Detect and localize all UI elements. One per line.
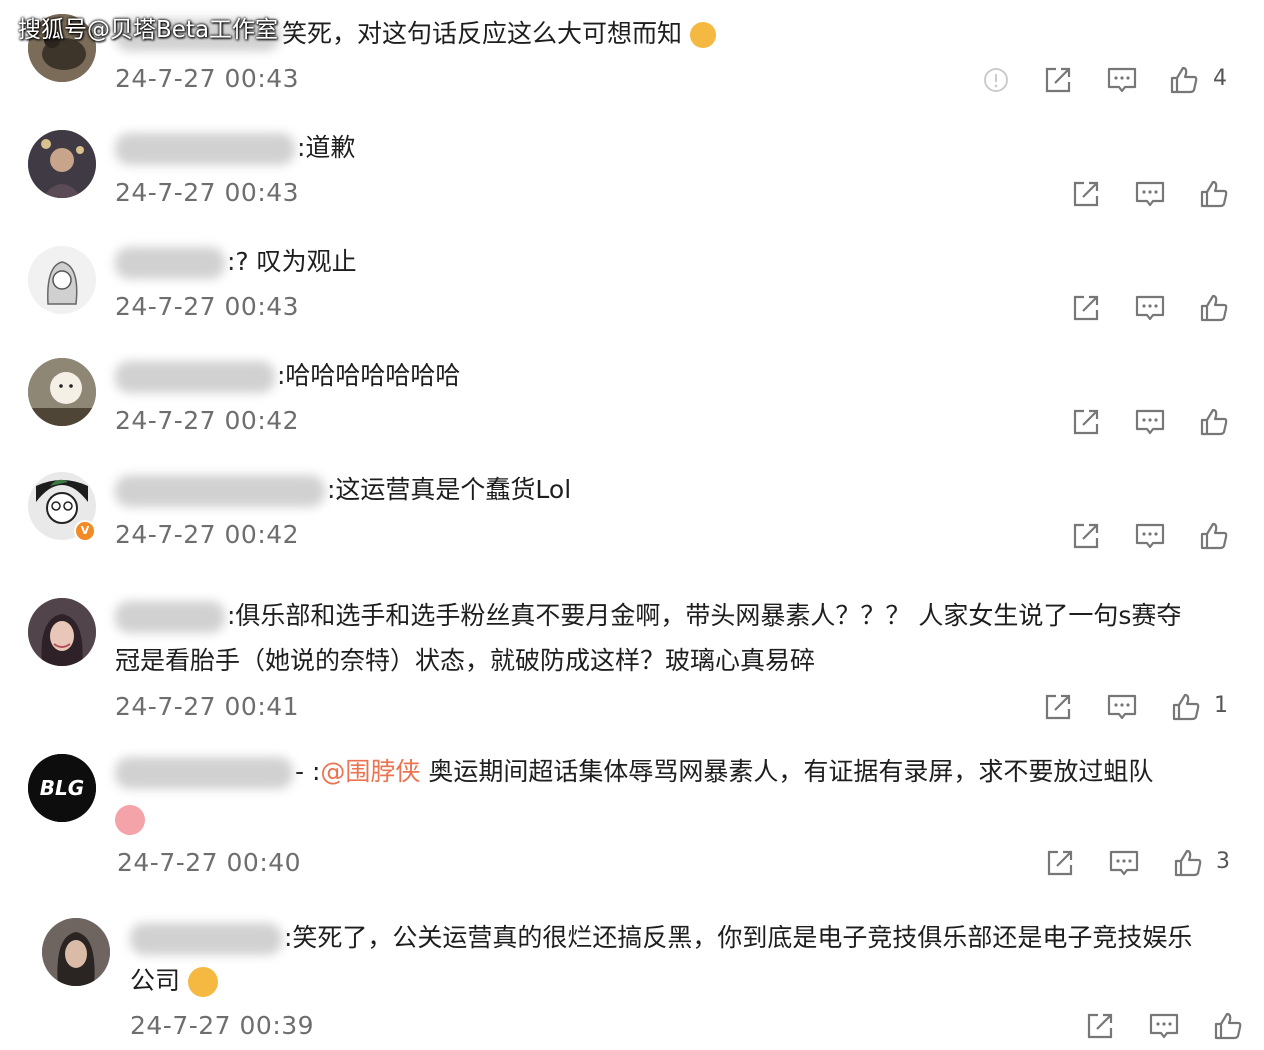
comment-actions [1070, 178, 1240, 218]
avatar[interactable]: BLG [28, 754, 96, 822]
comment-time: 24-7-27 00:41 [115, 692, 300, 721]
username-blurred[interactable] [115, 247, 225, 279]
comment-item: BLG - :@围脖侠 奥运期间超话集体辱骂网暴素人，有证据有录屏，求不要放过蛆… [0, 734, 1264, 904]
share-icon[interactable] [1042, 691, 1074, 723]
username-blurred[interactable] [115, 133, 295, 165]
comment-actions [1070, 292, 1240, 332]
svg-text:BLG: BLG [40, 776, 84, 800]
comment-item: :哈哈哈哈哈哈哈 24-7-27 00:42 [0, 340, 1264, 454]
comment-time: 24-7-27 00:42 [115, 520, 300, 549]
avatar[interactable] [28, 598, 96, 666]
comment-time: 24-7-27 00:39 [130, 1011, 315, 1040]
comment-actions [1070, 406, 1240, 446]
comment-text: :哈哈哈哈哈哈哈 [115, 353, 460, 399]
avatar[interactable] [28, 358, 96, 426]
comment-icon[interactable] [1134, 520, 1166, 552]
comment-actions: 1 [1042, 691, 1242, 731]
comment-icon[interactable] [1106, 64, 1138, 96]
comment-time: 24-7-27 00:43 [115, 292, 300, 321]
comment-text-line2: 公司 [130, 958, 218, 1004]
like-count: 1 [1214, 693, 1228, 718]
comment-actions [1070, 520, 1240, 560]
comment-text: :这运营真是个蠢货Lol [115, 467, 571, 513]
comment-time: 24-7-27 00:42 [115, 406, 300, 435]
comment-icon[interactable] [1134, 406, 1166, 438]
avatar[interactable] [28, 130, 96, 198]
comment-icon[interactable] [1148, 1010, 1180, 1042]
comment-icon[interactable] [1106, 691, 1138, 723]
share-icon[interactable] [1070, 520, 1102, 552]
username-blurred[interactable] [115, 361, 275, 393]
comment-text-line1: :俱乐部和选手和选手粉丝真不要月金啊，带头网暴素人？？？ 人家女生说了一句s赛夺 [115, 593, 1181, 639]
comment-item: :笑死了，公关运营真的很烂还搞反黑，你到底是电子竞技俱乐部还是电子竞技娱乐 公司… [0, 904, 1264, 1044]
like-icon[interactable] [1170, 691, 1202, 723]
grin-emoji-icon [689, 22, 716, 48]
comment-actions: 3 [1044, 847, 1244, 887]
verified-badge-icon: V [74, 520, 96, 542]
comment-text: :道歉 [115, 125, 355, 171]
comment-item: :? 叹为观止 24-7-27 00:43 [0, 226, 1264, 340]
comment-item: :道歉 24-7-27 00:43 [0, 112, 1264, 226]
share-icon[interactable] [1070, 292, 1102, 324]
comment-actions [1084, 1010, 1254, 1050]
like-icon[interactable] [1212, 1010, 1244, 1042]
like-icon[interactable] [1168, 64, 1200, 96]
comment-icon[interactable] [1134, 292, 1166, 324]
heart-eyes-emoji-icon [115, 805, 145, 835]
like-icon[interactable] [1198, 520, 1230, 552]
share-icon[interactable] [1070, 178, 1102, 210]
share-icon[interactable] [1042, 64, 1074, 96]
smirk-emoji-icon [187, 967, 218, 997]
comment-text-line1: - :@围脖侠 奥运期间超话集体辱骂网暴素人，有证据有录屏，求不要放过蛆队 [115, 749, 1153, 795]
username-blurred[interactable] [115, 475, 325, 507]
like-count: 3 [1216, 849, 1230, 874]
like-icon[interactable] [1198, 292, 1230, 324]
comment-actions: 4 [980, 64, 1240, 104]
comment-text-line1: :笑死了，公关运营真的很烂还搞反黑，你到底是电子竞技俱乐部还是电子竞技娱乐 [130, 915, 1192, 961]
report-icon[interactable] [980, 64, 1012, 96]
username-blurred[interactable] [115, 757, 293, 789]
comment-icon[interactable] [1108, 847, 1140, 879]
avatar[interactable] [28, 246, 96, 314]
share-icon[interactable] [1084, 1010, 1116, 1042]
avatar[interactable] [42, 918, 110, 986]
comment-item: :俱乐部和选手和选手粉丝真不要月金啊，带头网暴素人？？？ 人家女生说了一句s赛夺… [0, 572, 1264, 734]
watermark: 搜狐号@贝塔Beta工作室 [18, 17, 279, 43]
comment-time: 24-7-27 00:43 [115, 64, 300, 93]
comment-time: 24-7-27 00:40 [117, 848, 302, 877]
like-icon[interactable] [1198, 178, 1230, 210]
comment-text-line2 [115, 796, 145, 842]
like-icon[interactable] [1198, 406, 1230, 438]
mention-link[interactable]: @围脖侠 [320, 757, 420, 786]
username-blurred[interactable] [115, 601, 225, 633]
comment-icon[interactable] [1134, 178, 1166, 210]
like-count: 4 [1213, 66, 1227, 91]
comment-text: :? 叹为观止 [115, 239, 357, 285]
comment-item: V :这运营真是个蠢货Lol 24-7-27 00:42 [0, 454, 1264, 572]
like-icon[interactable] [1172, 847, 1204, 879]
comment-time: 24-7-27 00:43 [115, 178, 300, 207]
comment-text-line2: 冠是看胎手（她说的奈特）状态，就破防成这样？玻璃心真易碎 [115, 646, 816, 675]
share-icon[interactable] [1070, 406, 1102, 438]
share-icon[interactable] [1044, 847, 1076, 879]
username-blurred[interactable] [130, 923, 282, 955]
